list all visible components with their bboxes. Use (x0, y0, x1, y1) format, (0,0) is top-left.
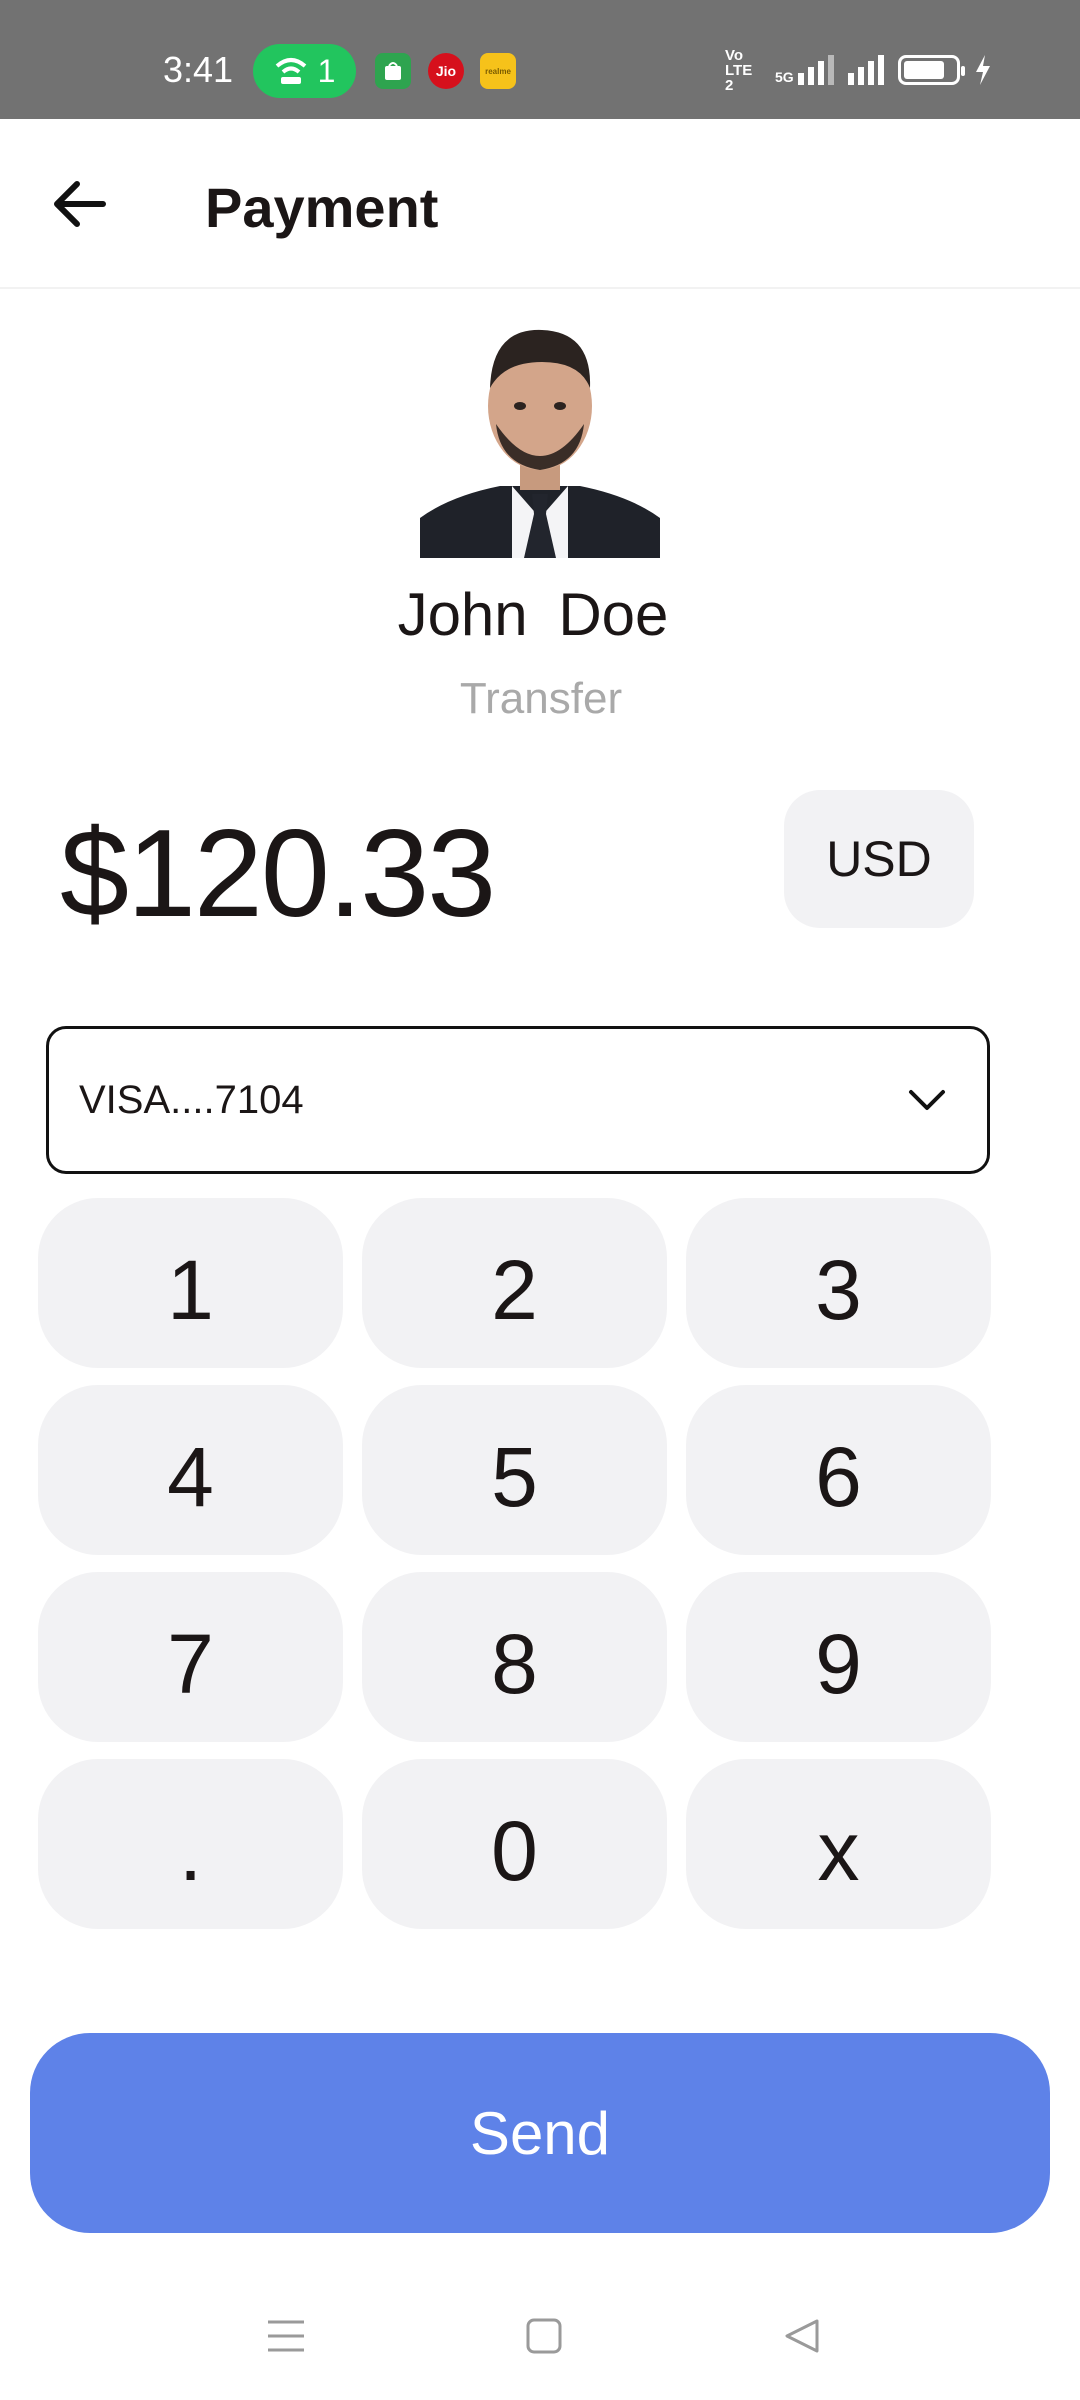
key-7[interactable]: 7 (38, 1572, 343, 1742)
menu-icon (268, 2320, 304, 2352)
send-button[interactable]: Send (30, 2033, 1050, 2233)
realme-label: realme (485, 66, 511, 76)
key-2[interactable]: 2 (362, 1198, 667, 1368)
hotspot-count: 1 (317, 52, 336, 89)
status-right: Vo LTE 2 5G (725, 46, 992, 94)
signal-icon-2 (847, 55, 884, 85)
key-1[interactable]: 1 (38, 1198, 343, 1368)
hotspot-indicator: 1 (253, 44, 356, 98)
payment-method-select[interactable]: VISA....7104 (46, 1026, 990, 1174)
key-decimal[interactable]: . (38, 1759, 343, 1929)
nav-home-button[interactable] (514, 2308, 574, 2364)
payment-method-value: VISA....7104 (79, 1077, 304, 1122)
key-6[interactable]: 6 (686, 1385, 991, 1555)
realme-app-icon: realme (480, 53, 516, 89)
chevron-down-icon (909, 1090, 945, 1110)
nav-back-button[interactable] (772, 2308, 832, 2364)
keypad: 1 2 3 4 5 6 7 8 9 . 0 x (38, 1198, 994, 1929)
status-bar: 3:41 1 Jio realme Vo LTE 2 5G (0, 0, 1080, 119)
system-nav-bar (0, 2290, 1080, 2380)
avatar (420, 318, 660, 558)
currency-button[interactable]: USD (784, 790, 974, 928)
jio-app-icon: Jio (428, 53, 464, 89)
volte-label: Vo LTE 2 (725, 46, 753, 94)
arrow-left-icon (54, 181, 106, 227)
key-5[interactable]: 5 (362, 1385, 667, 1555)
key-delete[interactable]: x (686, 1759, 991, 1929)
charging-icon (975, 55, 990, 85)
shopping-app-icon (375, 53, 411, 89)
battery-icon (897, 55, 965, 85)
wifi-hotspot-icon (275, 58, 306, 84)
key-9[interactable]: 9 (686, 1572, 991, 1742)
network-5g-label: 5G (775, 69, 794, 85)
key-0[interactable]: 0 (362, 1759, 667, 1929)
key-4[interactable]: 4 (38, 1385, 343, 1555)
recipient-subtitle: Transfer (459, 674, 623, 723)
nav-menu-button[interactable] (256, 2308, 316, 2364)
home-icon (526, 2318, 562, 2354)
key-3[interactable]: 3 (686, 1198, 991, 1368)
back-button[interactable] (44, 169, 114, 239)
recipient-name: John Doe (397, 581, 669, 648)
amount-display: $120.33 (60, 805, 496, 943)
key-8[interactable]: 8 (362, 1572, 667, 1742)
signal-icon: 5G (775, 55, 834, 85)
status-time: 3:41 (163, 49, 234, 90)
app-header: Payment (0, 119, 1080, 289)
back-icon (785, 2319, 819, 2353)
page-title: Payment (205, 176, 439, 239)
